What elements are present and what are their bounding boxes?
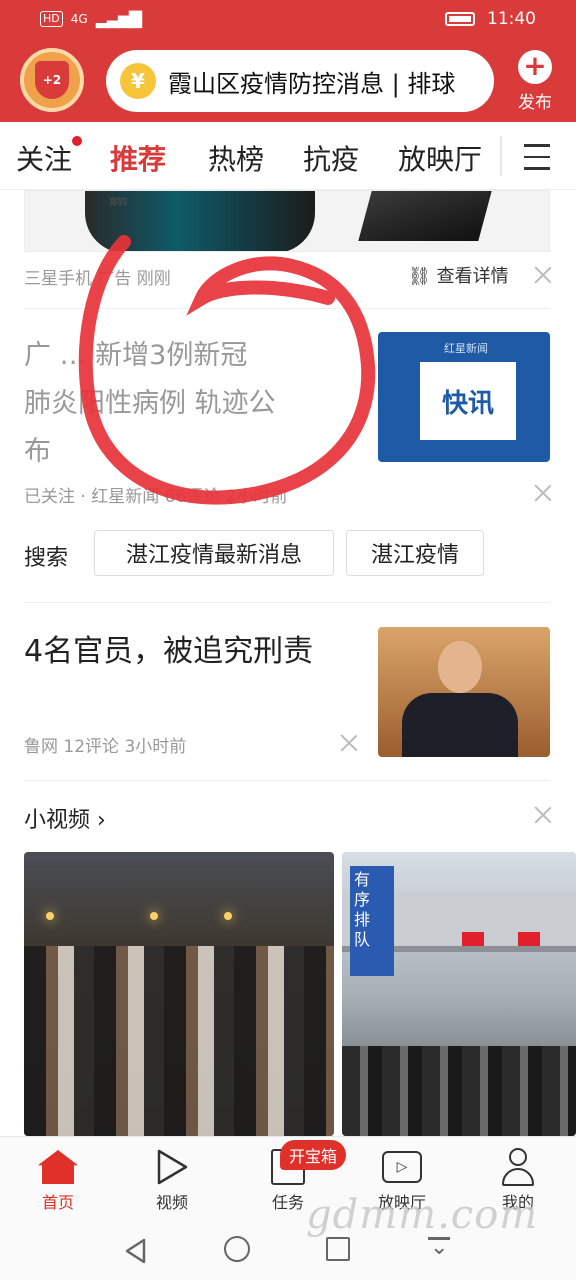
watermark: gdmm.com — [306, 1192, 539, 1238]
video-card[interactable] — [24, 852, 334, 1136]
recents-icon[interactable] — [326, 1237, 350, 1261]
tab-follow[interactable]: 关注 — [16, 136, 83, 178]
back-icon[interactable] — [124, 1238, 148, 1268]
signal-icon: ▂▃▅▇ — [95, 9, 142, 29]
battery-icon — [445, 12, 475, 26]
network-badge: 4G — [70, 12, 88, 26]
dismiss-icon[interactable] — [534, 266, 552, 284]
nav-video[interactable]: 视频 — [132, 1145, 212, 1213]
nav-label: 首页 — [41, 1193, 74, 1212]
search-bar[interactable]: ¥ 霞山区疫情防控消息 | 排球 — [106, 50, 494, 112]
user-avatar[interactable]: +2 — [20, 48, 84, 112]
article-title[interactable]: 广 … 新增3例新冠 肺炎阳性病例 轨迹公 布 — [24, 332, 364, 476]
dismiss-icon[interactable] — [534, 806, 552, 824]
thumbnail-label: 快讯 — [420, 362, 516, 440]
channel-tabs: 关注 推荐 热榜 抗疫 放映厅 — [0, 122, 576, 190]
street-sign: 有 序 排 队 — [350, 866, 394, 976]
home-icon — [38, 1150, 78, 1184]
video-card[interactable]: 有 序 排 队 — [342, 852, 576, 1136]
app-header: HD 4G ▂▃▅▇ 11:40 +2 ¥ 霞山区疫情防控消息 | 排球 + 发… — [0, 0, 576, 122]
search-suggest-label: 搜索 — [24, 546, 69, 571]
publish-button[interactable]: + 发布 — [510, 50, 560, 113]
search-input[interactable]: 霞山区疫情防控消息 | 排球 — [168, 64, 455, 99]
yen-coin-icon[interactable]: ¥ — [120, 63, 156, 99]
article-meta: 鲁网 12评论 3小时前 — [24, 737, 187, 757]
ad-source: 三星手机 广告 刚刚 — [24, 269, 171, 289]
view-details-label: 查看详情 — [436, 266, 509, 287]
dismiss-icon[interactable] — [340, 734, 358, 752]
search-chip[interactable]: 湛江疫情最新消息 — [94, 530, 334, 576]
menu-icon[interactable] — [514, 144, 554, 170]
avatar-badge: +2 — [42, 73, 62, 87]
notification-pull-icon[interactable] — [428, 1235, 450, 1261]
tab-anti-epidemic[interactable]: 抗疫 — [303, 138, 359, 178]
play-icon — [157, 1149, 188, 1185]
hd-badge: HD — [40, 11, 63, 27]
status-bar: HD 4G ▂▃▅▇ 11:40 — [0, 0, 576, 40]
short-video-title[interactable]: 小视频 › — [24, 802, 106, 834]
tab-theater[interactable]: 放映厅 — [398, 138, 482, 178]
article-title[interactable]: 4名官员，被追究刑责 — [24, 628, 364, 676]
publish-label: 发布 — [518, 93, 552, 113]
notification-dot — [72, 136, 83, 146]
shield-icon: +2 — [35, 61, 69, 99]
article-thumbnail[interactable] — [378, 627, 550, 757]
search-chip[interactable]: 湛江疫情 — [346, 530, 484, 576]
thumbnail-brand: 红星新闻 — [444, 342, 488, 355]
ad-caption: 郑钧 — [109, 198, 128, 208]
tab-label: 关注 — [16, 143, 73, 176]
nav-label: 视频 — [155, 1193, 188, 1212]
tab-recommend[interactable]: 推荐 — [110, 138, 166, 178]
tab-divider — [500, 136, 502, 176]
plus-icon: + — [518, 50, 552, 84]
clock: 11:40 — [487, 9, 536, 29]
link-icon: ⛓ — [408, 266, 431, 287]
tab-hot[interactable]: 热榜 — [208, 138, 264, 178]
dismiss-icon[interactable] — [534, 484, 552, 502]
article-meta: 已关注 · 红星新闻 66评论 2小时前 — [24, 487, 288, 507]
article-thumbnail[interactable]: 红星新闻 快讯 — [378, 332, 550, 462]
nav-home[interactable]: 首页 — [18, 1145, 98, 1213]
ad-image[interactable]: 郑钧 — [24, 190, 550, 252]
treasure-badge[interactable]: 开宝箱 — [280, 1140, 346, 1170]
tv-icon: ▷ — [382, 1151, 422, 1183]
view-details-link[interactable]: ⛓ 查看详情 — [408, 262, 509, 288]
user-icon — [501, 1148, 535, 1186]
home-circle-icon[interactable] — [224, 1236, 250, 1262]
